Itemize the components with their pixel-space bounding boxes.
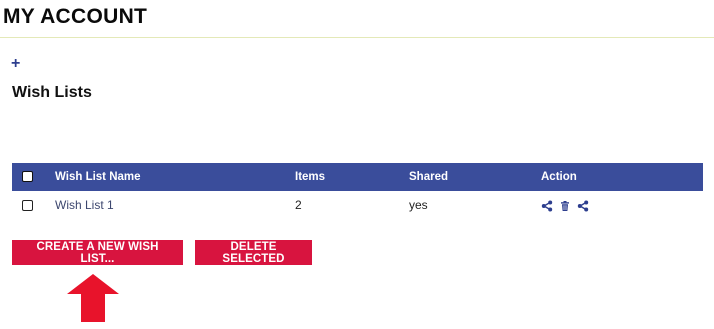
title-divider (0, 37, 714, 38)
wish-list-name-cell: Wish List 1 (55, 191, 295, 219)
column-header-action: Action (541, 171, 577, 183)
items-count: 2 (295, 198, 302, 212)
trash-icon[interactable] (559, 200, 571, 212)
select-all-checkbox[interactable] (22, 171, 33, 183)
create-wish-list-button[interactable]: CREATE A NEW WISH LIST... (12, 240, 183, 265)
row-checkbox[interactable] (22, 200, 33, 212)
column-header-name: Wish List Name (55, 171, 141, 183)
share-icon[interactable] (577, 200, 589, 212)
section-title: Wish Lists (12, 84, 92, 101)
table-header-row: Wish List Name Items Shared Action (12, 163, 703, 191)
select-all-cell (12, 163, 55, 191)
up-arrow-icon (67, 274, 119, 322)
share-icon[interactable] (541, 200, 553, 212)
table-row: Wish List 1 2 yes (12, 191, 703, 219)
wish-list-table: Wish List Name Items Shared Action Wish … (12, 163, 703, 219)
shared-status: yes (409, 198, 428, 212)
column-header-items: Items (295, 171, 326, 183)
action-cell (541, 191, 703, 219)
plus-icon[interactable]: + (11, 56, 21, 72)
page-title: MY ACCOUNT (3, 5, 148, 28)
wish-list-link[interactable]: Wish List 1 (55, 198, 114, 212)
column-header-shared: Shared (409, 171, 448, 183)
delete-selected-button[interactable]: DELETE SELECTED (195, 240, 312, 265)
row-checkbox-cell (12, 191, 55, 219)
